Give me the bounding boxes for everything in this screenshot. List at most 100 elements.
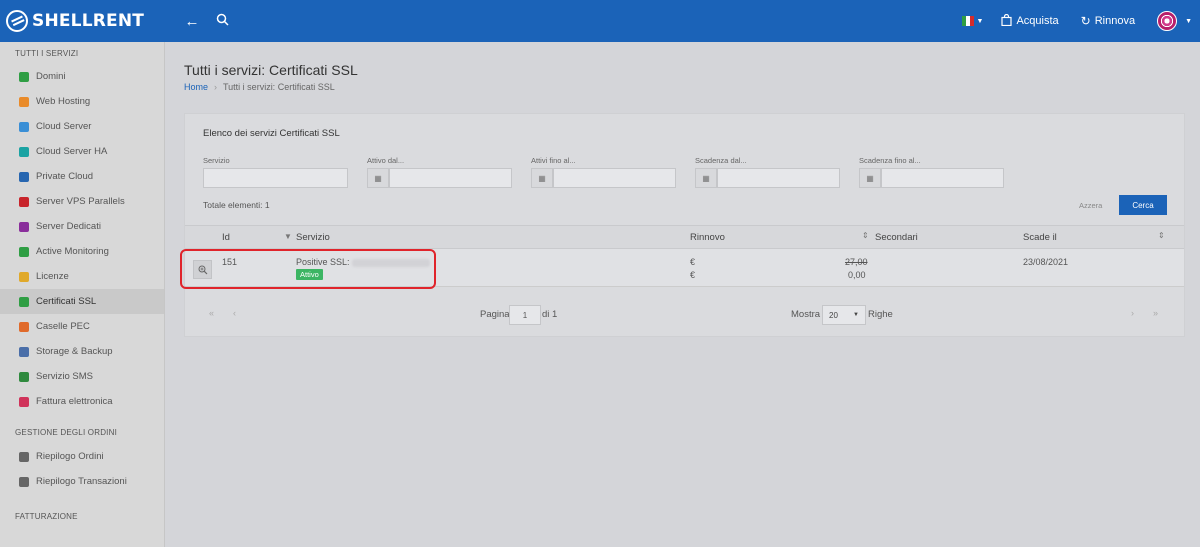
sidebar-item-label: Servizio SMS — [36, 371, 94, 382]
calendar-icon[interactable]: ▦ — [859, 168, 881, 188]
mostra-label: Mostra — [791, 309, 821, 320]
sidebar-item-fattura-elettronica[interactable]: Fattura elettronica — [0, 389, 164, 414]
column-rinnovo[interactable]: Rinnovo — [690, 232, 725, 243]
web-hosting-icon — [19, 96, 29, 107]
calendar-icon[interactable]: ▦ — [367, 168, 389, 188]
row-currency: € — [690, 257, 696, 267]
sidebar-item-label: Storage & Backup — [36, 346, 113, 357]
filter-attivi-fino-input[interactable] — [553, 168, 676, 188]
sidebar-section-services: TUTTI I SERVIZI — [15, 49, 79, 58]
row-scade: 23/08/2021 — [1023, 257, 1069, 267]
rinnova-button[interactable]: ↻ Rinnova — [1081, 14, 1135, 28]
sidebar-item-label: Certificati SSL — [36, 296, 97, 307]
riepilogo-transazioni-icon — [19, 476, 29, 487]
sidebar-item-server-dedicati[interactable]: Server Dedicati — [0, 214, 164, 239]
pagination: « ‹ Pagina di 1 Mostra 20 ▼ Righe › » — [185, 303, 1184, 327]
sidebar-item-certificati-ssl[interactable]: Certificati SSL — [0, 289, 164, 314]
caselle-pec-icon — [19, 321, 29, 332]
filter-scadenza-fino-input[interactable] — [881, 168, 1004, 188]
breadcrumb: Home › Tutti i servizi: Certificati SSL — [184, 82, 335, 92]
sidebar-item-label: Domini — [36, 71, 66, 82]
sidebar-item-label: Web Hosting — [36, 96, 91, 107]
sidebar-item-licenze[interactable]: Licenze — [0, 264, 164, 289]
licenze-icon — [19, 271, 29, 282]
top-bar-right: ▼ Acquista ↻ Rinnova ▼ — [961, 0, 1200, 42]
filter-servizio-label: Servizio — [203, 156, 230, 165]
filter-servizio-input[interactable] — [203, 168, 348, 188]
sidebar-item-domini[interactable]: Domini — [0, 64, 164, 89]
language-selector[interactable]: ▼ — [961, 16, 984, 26]
private-cloud-icon — [19, 171, 29, 182]
sidebar-item-active-monitoring[interactable]: Active Monitoring — [0, 239, 164, 264]
sidebar-item-riepilogo-transazioni[interactable]: Riepilogo Transazioni — [0, 469, 164, 494]
sort-desc-icon[interactable]: ▼ — [284, 232, 292, 241]
search-button[interactable]: Cerca — [1119, 195, 1167, 215]
search-icon[interactable] — [207, 13, 237, 30]
sort-icon[interactable]: ⇕ — [1158, 231, 1165, 240]
column-scade[interactable]: Scade il — [1023, 232, 1057, 243]
sidebar-item-label: Private Cloud — [36, 171, 94, 182]
riepilogo-ordini-icon — [19, 451, 29, 462]
sidebar-item-private-cloud[interactable]: Private Cloud — [0, 164, 164, 189]
column-secondari[interactable]: Secondari — [875, 232, 918, 243]
servizio-sms-icon — [19, 371, 29, 382]
avatar[interactable] — [1157, 11, 1178, 31]
first-page-icon[interactable]: « — [209, 308, 214, 318]
sidebar-item-server-vps-parallels[interactable]: Server VPS Parallels — [0, 189, 164, 214]
breadcrumb-current: Tutti i servizi: Certificati SSL — [223, 82, 335, 92]
sidebar-item-caselle-pec[interactable]: Caselle PEC — [0, 314, 164, 339]
pagina-label: Pagina — [480, 309, 510, 320]
calendar-icon[interactable]: ▦ — [531, 168, 553, 188]
sidebar-item-web-hosting[interactable]: Web Hosting — [0, 89, 164, 114]
filter-attivi-fino-label: Attivi fino al... — [531, 156, 576, 165]
sidebar-item-servizio-sms[interactable]: Servizio SMS — [0, 364, 164, 389]
panel-title: Elenco dei servizi Certificati SSL — [203, 128, 340, 139]
sidebar-item-label: Server VPS Parallels — [36, 196, 125, 207]
sidebar-item-label: Riepilogo Transazioni — [36, 476, 127, 487]
server-dedicati-icon — [19, 221, 29, 232]
arrow-left-icon[interactable]: ← — [177, 13, 207, 30]
sidebar: TUTTI I SERVIZI Domini Web Hosting Cloud S… — [0, 42, 165, 547]
cloud-server-icon — [19, 121, 29, 132]
filter-attivo-dal-input[interactable] — [389, 168, 512, 188]
column-servizio[interactable]: Servizio — [296, 232, 330, 243]
fattura-elettronica-icon — [19, 396, 29, 407]
filter-scadenza-fino-label: Scadenza fino al... — [859, 156, 921, 165]
filter-attivo-dal-label: Attivo dal... — [367, 156, 405, 165]
storage-backup-icon — [19, 346, 29, 357]
chevron-down-icon: ▼ — [976, 17, 984, 25]
domini-icon — [19, 71, 29, 82]
reset-button[interactable]: Azzera — [1079, 201, 1102, 210]
prev-page-icon[interactable]: ‹ — [233, 308, 236, 318]
sidebar-item-label: Fattura elettronica — [36, 396, 113, 407]
acquista-label: Acquista — [1016, 15, 1059, 27]
chevron-down-icon[interactable]: ▼ — [1185, 18, 1192, 25]
rinnova-label: Rinnova — [1094, 15, 1136, 27]
filter-scadenza-dal-input[interactable] — [717, 168, 840, 188]
page-input[interactable] — [509, 305, 541, 325]
per-page-select[interactable]: 20 ▼ — [822, 305, 866, 325]
brand-logo[interactable]: SHELLRENT — [0, 0, 165, 42]
refresh-icon: ↻ — [1080, 14, 1091, 28]
active-monitoring-icon — [19, 246, 29, 257]
sort-icon[interactable]: ⇕ — [862, 231, 869, 240]
column-id[interactable]: Id — [222, 232, 230, 243]
sidebar-item-label: Active Monitoring — [36, 246, 109, 257]
sidebar-item-label: Cloud Server — [36, 121, 92, 132]
breadcrumb-home-link[interactable]: Home — [184, 82, 208, 92]
next-page-icon[interactable]: › — [1131, 308, 1134, 318]
last-page-icon[interactable]: » — [1153, 308, 1158, 318]
calendar-icon[interactable]: ▦ — [695, 168, 717, 188]
chevron-down-icon: ▼ — [853, 312, 859, 318]
sidebar-section-orders: GESTIONE DEGLI ORDINI — [15, 428, 117, 437]
acquista-button[interactable]: Acquista — [1001, 13, 1059, 29]
sidebar-item-label: Caselle PEC — [36, 321, 90, 332]
sidebar-item-storage-backup[interactable]: Storage & Backup — [0, 339, 164, 364]
breadcrumb-separator-icon: › — [214, 82, 218, 92]
per-page-value: 20 — [829, 310, 838, 320]
sidebar-item-cloud-server[interactable]: Cloud Server — [0, 114, 164, 139]
sidebar-item-cloud-server-ha[interactable]: Cloud Server HA — [0, 139, 164, 164]
total-count: Totale elementi: 1 — [203, 200, 270, 210]
shopping-bag-icon — [1001, 13, 1013, 29]
sidebar-item-riepilogo-ordini[interactable]: Riepilogo Ordini — [0, 444, 164, 469]
